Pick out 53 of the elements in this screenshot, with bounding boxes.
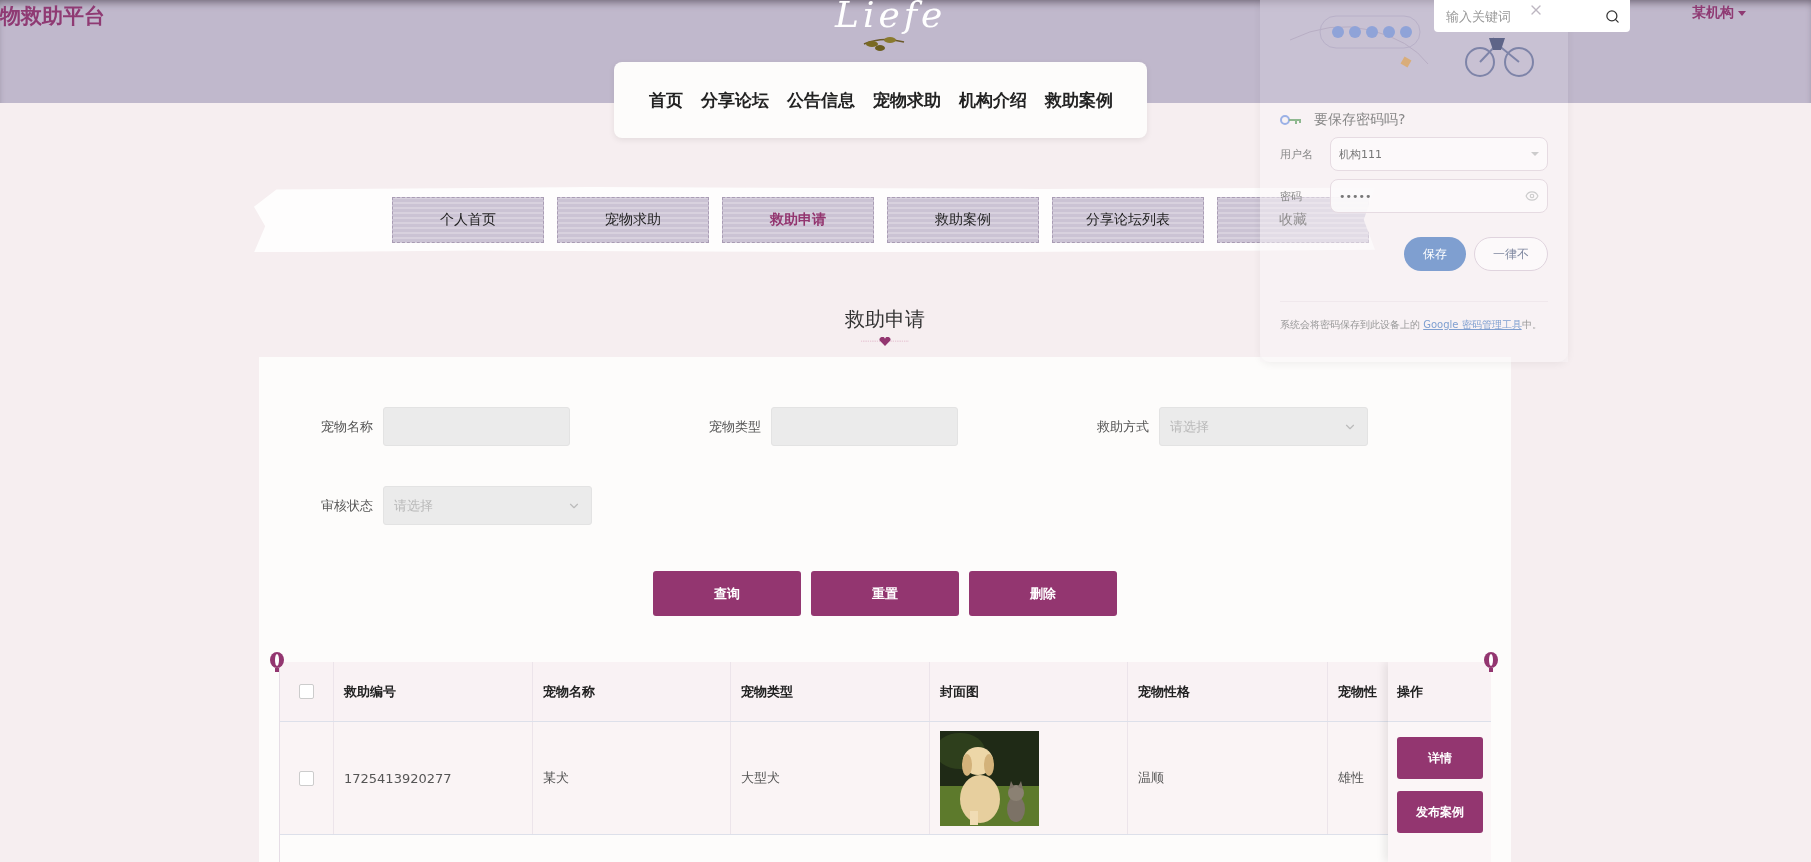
key-icon xyxy=(1280,115,1302,125)
tab[interactable]: 救助申请 xyxy=(722,196,874,243)
user-menu[interactable]: 某机构 xyxy=(1692,4,1746,22)
action-button[interactable]: 重置 xyxy=(810,571,959,616)
column-header: 宠物类型 xyxy=(731,662,930,721)
nav-link[interactable]: 公告信息 xyxy=(777,88,864,112)
column-header: 救助编号 xyxy=(334,662,533,721)
caret-icon xyxy=(1738,10,1746,16)
dialog-note: 系统会将密码保存到此设备上的 Google 密码管理工具中。 xyxy=(1280,301,1548,334)
row-action-button[interactable]: 详情 xyxy=(1396,737,1483,779)
eye-icon[interactable] xyxy=(1525,189,1539,203)
input-field[interactable] xyxy=(383,407,570,446)
field-label: 审核状态 xyxy=(320,496,373,515)
column-header: 宠物名称 xyxy=(533,662,731,721)
dialog-title: 要保存密码吗? xyxy=(1314,111,1406,129)
table-cell: 某犬 xyxy=(533,722,731,834)
dialog-button[interactable]: 一律不 xyxy=(1474,237,1548,271)
balloon-icon xyxy=(269,652,285,672)
username-field[interactable]: 机构111 xyxy=(1330,137,1548,171)
checkbox[interactable] xyxy=(299,770,314,786)
field-label: 救助方式 xyxy=(1096,417,1149,436)
action-button[interactable]: 删除 xyxy=(968,571,1117,616)
column-header: 宠物性格 xyxy=(1128,662,1328,721)
nav-link[interactable]: 机构介绍 xyxy=(949,88,1036,112)
nav-link[interactable]: 首页 xyxy=(639,88,692,112)
nav-link[interactable]: 宠物求助 xyxy=(863,88,950,112)
action-button[interactable]: 查询 xyxy=(652,571,801,616)
tab[interactable]: 分享论坛列表 xyxy=(1052,196,1204,243)
nav-link[interactable]: 分享论坛 xyxy=(691,88,778,112)
field-label: 宠物名称 xyxy=(320,417,373,436)
password-field[interactable]: ••••• xyxy=(1330,179,1548,213)
search-field[interactable]: 输入关键词 xyxy=(1434,0,1630,32)
field-label: 宠物类型 xyxy=(708,417,761,436)
checkbox[interactable] xyxy=(299,684,314,699)
search-icon[interactable] xyxy=(1605,8,1620,24)
balloon-icon xyxy=(1483,652,1499,672)
tab[interactable]: 个人首页 xyxy=(392,196,544,243)
column-header: 操作 xyxy=(1388,662,1491,722)
table-cell: 大型犬 xyxy=(731,722,930,834)
nav-link[interactable]: 救助案例 xyxy=(1035,88,1122,112)
tab[interactable]: 救助案例 xyxy=(887,196,1039,243)
bicycle-drawing xyxy=(1465,36,1535,78)
caret-icon xyxy=(1531,152,1539,156)
column-header: 封面图 xyxy=(930,662,1128,721)
site-title: 物救助平台 xyxy=(0,3,105,30)
tab[interactable]: 宠物求助 xyxy=(557,196,709,243)
search-input[interactable]: 输入关键词 xyxy=(1444,7,1605,25)
table-cell: 温顺 xyxy=(1128,722,1328,834)
table-cell: 1725413920277 xyxy=(334,722,533,834)
row-action-button[interactable]: 发布案例 xyxy=(1396,791,1483,833)
field-label: 用户名 xyxy=(1280,146,1314,162)
input-field[interactable] xyxy=(771,407,958,446)
section-title: 救助申请 xyxy=(845,306,925,334)
